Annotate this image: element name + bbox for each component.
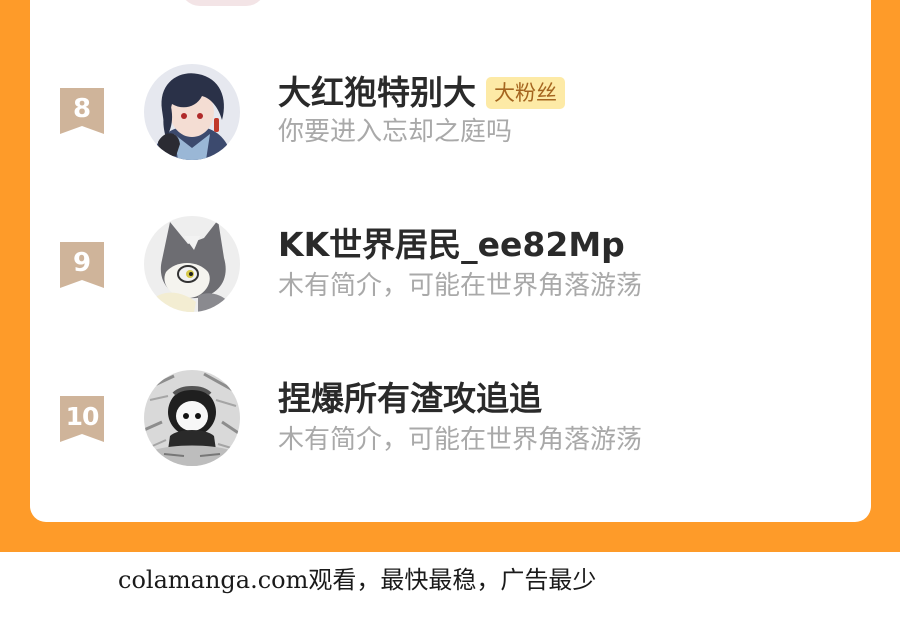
user-bio: 木有简介，可能在世界角落游荡: [278, 425, 643, 455]
ranking-row[interactable]: 9 KK世界居民_ee82Mp 木有简介，可能在世界角落游荡: [30, 214, 871, 314]
cartoon-wolf-avatar-icon: [144, 216, 240, 312]
name-line: 捏爆所有渣攻追追: [278, 379, 542, 419]
user-avatar[interactable]: [144, 64, 240, 160]
ranking-row[interactable]: 10 捏爆所有渣攻追追 木有简介，可能在世界角落游荡: [30, 368, 871, 468]
user-bio: 木有简介，可能在世界角落游荡: [278, 271, 643, 301]
name-line: KK世界居民_ee82Mp: [278, 225, 625, 265]
site-watermark: colamanga.com观看，最快最稳，广告最少: [118, 566, 597, 594]
ranking-row[interactable]: 8 大红狍特别大 大粉丝 你要进入忘却之庭吗: [30, 60, 871, 160]
rank-badge: 9: [60, 242, 104, 288]
user-avatar[interactable]: [144, 370, 240, 466]
anime-boy-avatar-icon: [144, 64, 240, 160]
previous-avatar-edge: [180, 0, 266, 6]
user-name[interactable]: 大红狍特别大: [278, 73, 476, 113]
name-line: 大红狍特别大 大粉丝: [278, 73, 565, 113]
user-name[interactable]: 捏爆所有渣攻追追: [278, 379, 542, 419]
rank-badge: 10: [60, 396, 104, 442]
rank-number: 9: [72, 248, 92, 278]
chibi-sketch-avatar-icon: [144, 370, 240, 466]
rank-badge: 8: [60, 88, 104, 134]
user-name[interactable]: KK世界居民_ee82Mp: [278, 225, 625, 265]
rank-number: 8: [72, 94, 92, 124]
user-bio: 你要进入忘却之庭吗: [278, 117, 513, 147]
ranking-card: 8 大红狍特别大 大粉丝 你要进入忘却之庭吗 9 KK世界居民_ee82Mp 木…: [30, 0, 871, 522]
fan-level-badge: 大粉丝: [486, 77, 565, 109]
rank-number: 10: [65, 402, 100, 431]
user-avatar[interactable]: [144, 216, 240, 312]
